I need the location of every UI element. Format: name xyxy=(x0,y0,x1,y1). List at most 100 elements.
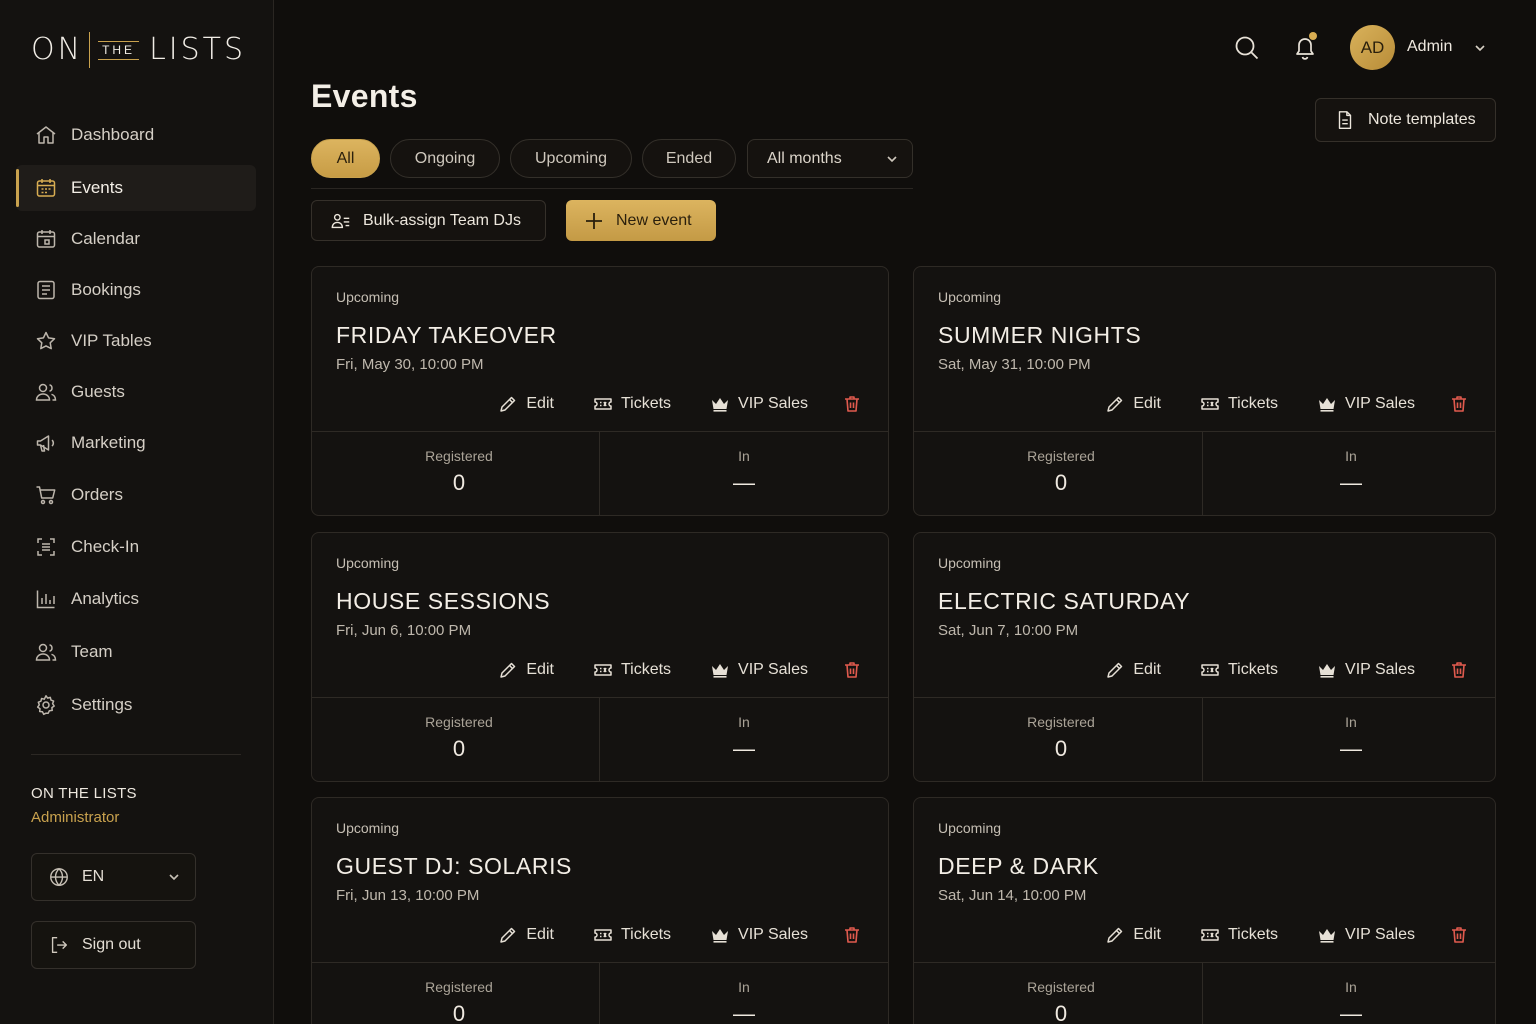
card-divider xyxy=(914,697,1495,698)
edit-button[interactable]: Edit xyxy=(498,394,554,414)
filter-ended[interactable]: Ended xyxy=(642,139,736,178)
event-title: SUMMER NIGHTS xyxy=(938,322,1142,348)
notification-dot xyxy=(1309,32,1317,40)
pencil-icon xyxy=(1105,925,1125,945)
chevron-down-icon xyxy=(885,152,899,166)
user-name[interactable]: Admin xyxy=(1407,38,1452,56)
vip-sales-button[interactable]: VIP Sales xyxy=(710,925,808,945)
sidebar-item-analytics[interactable]: Analytics xyxy=(16,576,256,622)
card-divider xyxy=(312,431,888,432)
sidebar-item-orders[interactable]: Orders xyxy=(16,472,256,518)
edit-button[interactable]: Edit xyxy=(498,925,554,945)
cart-icon xyxy=(34,483,58,507)
filter-ongoing[interactable]: Ongoing xyxy=(390,139,500,178)
bar-chart-icon xyxy=(34,587,58,611)
registered-label: Registered xyxy=(1027,714,1095,730)
delete-button[interactable] xyxy=(1449,660,1469,680)
registered-label: Registered xyxy=(425,448,493,464)
trash-icon xyxy=(1449,660,1469,680)
org-role: Administrator xyxy=(31,809,120,826)
sidebar-item-events[interactable]: Events xyxy=(16,165,256,211)
registered-count: 0 xyxy=(1054,736,1068,761)
calendar-icon xyxy=(34,227,58,251)
filter-all[interactable]: All xyxy=(311,139,380,178)
event-title: GUEST DJ: SOLARIS xyxy=(336,853,572,879)
card-divider xyxy=(312,697,888,698)
month-select[interactable]: All months xyxy=(747,139,913,178)
vip-sales-button[interactable]: VIP Sales xyxy=(710,660,808,680)
team-icon xyxy=(34,640,58,664)
bulk-assign-button[interactable]: Bulk-assign Team DJs xyxy=(311,200,546,241)
event-actions: Edit Tickets VIP Sales xyxy=(1066,923,1469,947)
in-count: — xyxy=(733,736,755,761)
sidebar-item-calendar[interactable]: Calendar xyxy=(16,216,256,262)
sign-out-button[interactable]: Sign out xyxy=(31,921,196,969)
event-title: ELECTRIC SATURDAY xyxy=(938,588,1191,614)
event-card[interactable]: Upcoming ELECTRIC SATURDAY Sat, Jun 7, 10:… xyxy=(913,532,1496,782)
brand-logo[interactable]: ON THE LISTS xyxy=(31,30,246,70)
edit-button[interactable]: Edit xyxy=(498,660,554,680)
avatar[interactable]: AD xyxy=(1350,25,1395,70)
language-value: EN xyxy=(82,868,105,885)
edit-button[interactable]: Edit xyxy=(1105,925,1161,945)
in-count: — xyxy=(733,1001,755,1024)
delete-button[interactable] xyxy=(842,660,862,680)
edit-button[interactable]: Edit xyxy=(1105,394,1161,414)
ticket-icon xyxy=(593,660,613,680)
tickets-button[interactable]: Tickets xyxy=(1200,394,1278,414)
vip-sales-button[interactable]: VIP Sales xyxy=(1317,394,1415,414)
sidebar-item-vip-tables[interactable]: VIP Tables xyxy=(16,318,256,364)
in-label: In xyxy=(1345,979,1357,995)
delete-button[interactable] xyxy=(842,925,862,945)
sidebar-item-team[interactable]: Team xyxy=(16,629,256,675)
event-date: Fri, Jun 13, 10:00 PM xyxy=(336,887,480,904)
new-event-button[interactable]: New event xyxy=(566,200,716,241)
delete-button[interactable] xyxy=(842,394,862,414)
crown-icon xyxy=(710,925,730,945)
sidebar-item-guests[interactable]: Guests xyxy=(16,369,256,415)
in-label: In xyxy=(1345,714,1357,730)
tickets-button[interactable]: Tickets xyxy=(1200,660,1278,680)
tickets-button[interactable]: Tickets xyxy=(593,394,671,414)
pencil-icon xyxy=(498,394,518,414)
vip-sales-button[interactable]: VIP Sales xyxy=(1317,925,1415,945)
sidebar-item-check-in[interactable]: Check-In xyxy=(16,524,256,570)
registered-label: Registered xyxy=(425,714,493,730)
note-templates-button[interactable]: Note templates xyxy=(1315,98,1496,142)
vip-sales-button[interactable]: VIP Sales xyxy=(1317,660,1415,680)
delete-button[interactable] xyxy=(1449,925,1469,945)
in-count: — xyxy=(733,470,755,495)
ticket-icon xyxy=(1200,660,1220,680)
event-card[interactable]: Upcoming DEEP & DARK Sat, Jun 14, 10:00 PM… xyxy=(913,797,1496,1024)
event-card[interactable]: Upcoming HOUSE SESSIONS Fri, Jun 6, 10:00 … xyxy=(311,532,889,782)
tickets-button[interactable]: Tickets xyxy=(593,925,671,945)
event-card[interactable]: Upcoming GUEST DJ: SOLARIS Fri, Jun 13, 10… xyxy=(311,797,889,1024)
vip-sales-button[interactable]: VIP Sales xyxy=(710,394,808,414)
tickets-button[interactable]: Tickets xyxy=(1200,925,1278,945)
crown-icon xyxy=(1317,660,1337,680)
event-actions: Edit Tickets VIP Sales xyxy=(459,392,862,416)
language-select[interactable]: EN xyxy=(31,853,196,901)
card-divider xyxy=(914,962,1495,963)
scan-icon xyxy=(34,535,58,559)
card-divider xyxy=(312,962,888,963)
event-actions: Edit Tickets VIP Sales xyxy=(459,923,862,947)
event-card[interactable]: Upcoming FRIDAY TAKEOVER Fri, May 30, 10:0… xyxy=(311,266,889,516)
filter-upcoming[interactable]: Upcoming xyxy=(510,139,632,178)
edit-button[interactable]: Edit xyxy=(1105,660,1161,680)
chevron-down-icon[interactable] xyxy=(1473,41,1487,55)
registered-label: Registered xyxy=(1027,448,1095,464)
registered-count: 0 xyxy=(452,470,466,495)
search-icon[interactable] xyxy=(1233,34,1261,62)
event-card[interactable]: Upcoming SUMMER NIGHTS Sat, May 31, 10:00 … xyxy=(913,266,1496,516)
in-label: In xyxy=(738,714,750,730)
event-actions: Edit Tickets VIP Sales xyxy=(459,658,862,682)
in-count: — xyxy=(1340,470,1362,495)
sidebar-item-settings[interactable]: Settings xyxy=(16,682,256,728)
sidebar-item-marketing[interactable]: Marketing xyxy=(16,420,256,466)
sidebar-item-bookings[interactable]: Bookings xyxy=(16,267,256,313)
delete-button[interactable] xyxy=(1449,394,1469,414)
tickets-button[interactable]: Tickets xyxy=(593,660,671,680)
sidebar-item-dashboard[interactable]: Dashboard xyxy=(16,112,256,158)
registered-count: 0 xyxy=(1054,1001,1068,1024)
